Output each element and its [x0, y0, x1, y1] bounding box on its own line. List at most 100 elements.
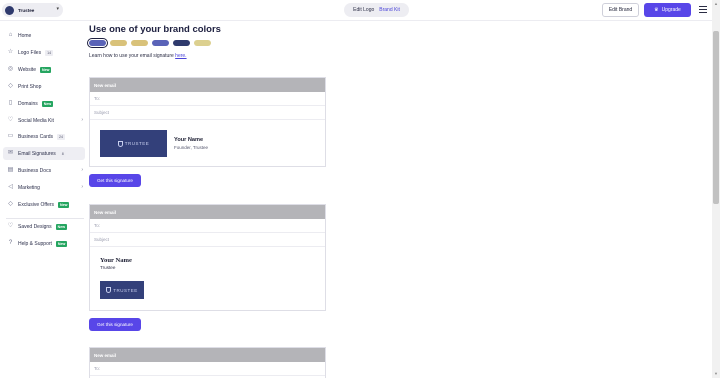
learn-label: Learn how to use your email signature	[89, 53, 174, 59]
logo-text: TRUSTEE	[124, 141, 150, 146]
sidebar-item-label: Print Shop	[18, 83, 42, 90]
heart-icon: ♡	[7, 117, 14, 123]
card-icon: ▭	[7, 133, 14, 139]
chevron-right-icon: ›	[81, 184, 83, 190]
help-icon: ?	[8, 240, 13, 246]
signature-preview-card: New email To: Subject TRUSTEE Your Name …	[89, 77, 326, 167]
new-badge: New	[55, 240, 68, 247]
sidebar-item-social-media-kit[interactable]: ♡ Social Media Kit ›	[3, 114, 85, 127]
brand-avatar	[5, 5, 14, 15]
edit-brand-button[interactable]: Edit Brand	[602, 3, 639, 17]
crown-icon: ♛	[654, 7, 659, 13]
shield-icon	[106, 287, 112, 293]
sidebar-item-label: Marketing	[18, 184, 40, 191]
brand-logo: TRUSTEE	[100, 281, 144, 299]
signature-name: Your Name	[174, 137, 204, 143]
mail-icon: ✉	[7, 150, 14, 156]
color-swatch[interactable]	[87, 38, 108, 48]
scrollbar-thumb[interactable]	[713, 31, 719, 204]
tag-icon: ◇	[8, 201, 13, 207]
sidebar-item-business-docs[interactable]: ▤ Business Docs ›	[3, 164, 85, 177]
count-badge: 24	[57, 133, 66, 140]
chevron-right-icon: ›	[81, 167, 83, 173]
sidebar-item-label: Email Signatures	[18, 150, 56, 157]
email-header: New email	[90, 205, 325, 219]
email-subject-field: Subject	[90, 106, 325, 120]
sidebar-item-label: Social Media Kit	[18, 117, 54, 124]
get-signature-button[interactable]: Get this signature	[89, 318, 141, 331]
sidebar-item-label: Website	[18, 66, 36, 73]
email-subject-field: Subject	[90, 233, 325, 247]
color-swatches	[87, 38, 211, 48]
email-to-field: To:	[90, 219, 325, 233]
sidebar-item-logo-files[interactable]: ☆ Logo Files 14	[3, 46, 85, 59]
tab-edit-logo[interactable]: Edit Logo	[353, 7, 374, 13]
sidebar-item-marketing[interactable]: ◁ Marketing ›	[3, 181, 85, 194]
color-swatch[interactable]	[194, 40, 211, 46]
signature-preview-card: New email To: Subject Your Name Trustee …	[89, 204, 326, 311]
new-badge: New	[58, 201, 70, 208]
sidebar-item-label: Help & Support	[18, 240, 52, 247]
learn-text: Learn how to use your email signature he…	[89, 53, 187, 59]
bookmark-icon: ▯	[8, 100, 13, 106]
sidebar-item-exclusive-offers[interactable]: ◇ Exclusive Offers New	[3, 198, 85, 211]
sidebar-item-label: Business Cards	[18, 133, 54, 140]
new-badge: New	[55, 223, 68, 230]
hamburger-menu-icon[interactable]	[699, 6, 707, 13]
sidebar-item-home[interactable]: ⌂ Home	[3, 29, 85, 42]
learn-link[interactable]: here.	[175, 53, 186, 59]
count-badge: 14	[45, 49, 54, 56]
view-toggle: Edit Logo Brand Kit	[344, 3, 409, 17]
signature-role: Trustee	[100, 265, 116, 270]
scroll-up-arrow-icon[interactable]: ▲	[714, 1, 718, 6]
scrollbar[interactable]: ▲ ▼	[712, 0, 720, 378]
email-to-field: To:	[90, 92, 325, 106]
top-bar: Trustee ▾ Edit Logo Brand Kit Edit Brand…	[0, 0, 712, 21]
chevron-down-icon: ▾	[56, 6, 59, 12]
sidebar-item-label: Business Docs	[18, 167, 52, 174]
tab-brand-kit[interactable]: Brand Kit	[379, 7, 400, 13]
page-title: Use one of your brand colors	[89, 24, 221, 35]
sidebar: ⌂ Home ☆ Logo Files 14 ◎ Website New ◇ P…	[0, 22, 86, 378]
sidebar-divider	[6, 218, 84, 219]
new-badge: New	[39, 66, 52, 73]
sidebar-item-help-support[interactable]: ? Help & Support New	[3, 237, 85, 250]
email-header: New email	[90, 78, 325, 92]
sidebar-item-print-shop[interactable]: ◇ Print Shop	[3, 80, 85, 93]
signature-preview-card: New email To:	[89, 347, 326, 378]
signature-name: Your Name	[100, 257, 132, 264]
sidebar-item-website[interactable]: ◎ Website New	[3, 63, 85, 76]
count-badge: 8	[59, 150, 66, 157]
upgrade-label: Upgrade	[661, 7, 681, 13]
sidebar-item-label: Saved Designs	[18, 223, 52, 230]
color-swatch[interactable]	[152, 40, 169, 46]
signature-role: Founder, Trustee	[174, 145, 209, 150]
chevron-right-icon: ›	[81, 117, 83, 123]
megaphone-icon: ◁	[8, 184, 13, 190]
get-signature-button[interactable]: Get this signature	[89, 174, 141, 187]
document-icon: ▤	[7, 167, 14, 173]
sidebar-item-saved-designs[interactable]: ♡ Saved Designs New	[3, 220, 85, 233]
brand-name: Trustee	[18, 7, 35, 13]
color-swatch[interactable]	[131, 40, 148, 46]
sidebar-item-domains[interactable]: ▯ Domains New	[3, 97, 85, 110]
color-swatch[interactable]	[110, 40, 127, 46]
shield-icon	[117, 140, 123, 147]
scroll-down-arrow-icon[interactable]: ▼	[714, 371, 718, 376]
email-header: New email	[90, 348, 325, 362]
sidebar-item-label: Exclusive Offers	[18, 201, 55, 208]
globe-icon: ◎	[7, 66, 14, 72]
brand-selector[interactable]: Trustee ▾	[2, 3, 63, 17]
sidebar-item-business-cards[interactable]: ▭ Business Cards 24	[3, 130, 85, 143]
heart-icon: ♡	[7, 223, 14, 229]
color-swatch[interactable]	[173, 40, 190, 46]
email-to-field: To:	[90, 362, 325, 376]
brand-logo: TRUSTEE	[100, 130, 167, 157]
upgrade-button[interactable]: ♛ Upgrade	[644, 3, 691, 17]
home-icon: ⌂	[8, 32, 13, 38]
logo-text: TRUSTEE	[113, 287, 138, 293]
sidebar-item-email-signatures[interactable]: ✉ Email Signatures 8	[3, 147, 85, 160]
star-icon: ☆	[7, 49, 14, 55]
new-badge: New	[41, 100, 54, 107]
tag-icon: ◇	[8, 83, 13, 89]
